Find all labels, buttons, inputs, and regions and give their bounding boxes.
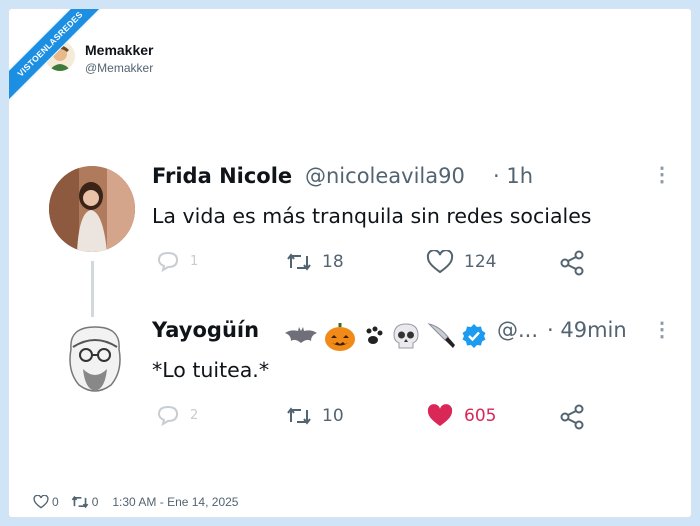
tweet1-time[interactable]: · 1h	[493, 164, 533, 188]
heart-filled-icon	[427, 404, 453, 426]
knife-icon	[425, 320, 457, 357]
verified-badge-icon	[461, 323, 487, 354]
tweet2-like-action[interactable]: 605	[426, 404, 496, 428]
watermark-text: VISTOENLASREDES	[15, 9, 85, 79]
tweet2-retweet-count: 10	[322, 406, 344, 426]
share-icon	[560, 250, 584, 276]
retweet-icon	[287, 407, 311, 425]
tweet2-reply-action[interactable]: 2	[156, 404, 198, 426]
tweet1-like-action[interactable]: 124	[426, 250, 496, 274]
tweet1-more-icon[interactable]: ⋮	[652, 165, 672, 185]
footer-retweet-action[interactable]: 0	[71, 495, 99, 509]
pumpkin-icon	[323, 320, 357, 357]
retweet-icon	[287, 253, 311, 271]
share-icon	[560, 404, 584, 430]
tweet2-handle[interactable]: @...	[497, 318, 538, 342]
tweet1-text: La vida es más tranquila sin redes socia…	[152, 204, 592, 228]
tweet2-text: *Lo tuitea.*	[152, 358, 270, 382]
tweet1-like-count: 124	[464, 252, 497, 272]
tweet1-handle[interactable]: @nicoleavila90	[305, 164, 465, 188]
tweet1-reply-action[interactable]: 1	[156, 250, 198, 272]
poster-name[interactable]: Memakker	[85, 42, 154, 58]
tweet1-retweet-action[interactable]: 18	[286, 252, 344, 272]
footer-like-count: 0	[52, 495, 59, 509]
heart-icon	[426, 250, 454, 274]
yayoguin-avatar[interactable]	[57, 319, 133, 399]
bat-icon	[283, 325, 319, 352]
tweet2-more-icon[interactable]: ⋮	[652, 320, 672, 340]
tweet2-time[interactable]: · 49min	[547, 318, 627, 342]
poster-handle[interactable]: @Memakker	[85, 61, 153, 75]
post-card: VISTOENLASREDES Memakker @Memakker Frida…	[8, 8, 692, 518]
tweet1-reply-count: 1	[190, 253, 199, 269]
reply-icon	[157, 405, 179, 426]
tweet2-share-action[interactable]	[559, 404, 585, 430]
thread-line	[91, 261, 94, 317]
skull-icon	[391, 321, 421, 356]
footer-retweet-count: 0	[91, 495, 99, 509]
tweet2-name-emojis	[283, 320, 487, 357]
footer-like-action[interactable]: 0	[33, 495, 59, 509]
tweet2-retweet-action[interactable]: 10	[286, 406, 344, 426]
tweet2-author-name[interactable]: Yayogüín	[152, 318, 259, 342]
reply-icon	[157, 251, 179, 272]
heart-icon	[33, 495, 49, 509]
tweet1-author-name[interactable]: Frida Nicole	[152, 164, 292, 188]
post-footer: 0 0 1:30 AM - Ene 14, 2025	[33, 495, 238, 509]
post-timestamp[interactable]: 1:30 AM - Ene 14, 2025	[112, 495, 238, 509]
tweet2-reply-count: 2	[190, 407, 199, 423]
tweet1-retweet-count: 18	[322, 252, 344, 272]
tweet1-share-action[interactable]	[559, 250, 585, 276]
tweet2-like-count: 605	[464, 406, 497, 426]
paw-icon	[361, 323, 387, 354]
frida-avatar[interactable]	[49, 166, 135, 252]
retweet-icon	[71, 495, 88, 509]
